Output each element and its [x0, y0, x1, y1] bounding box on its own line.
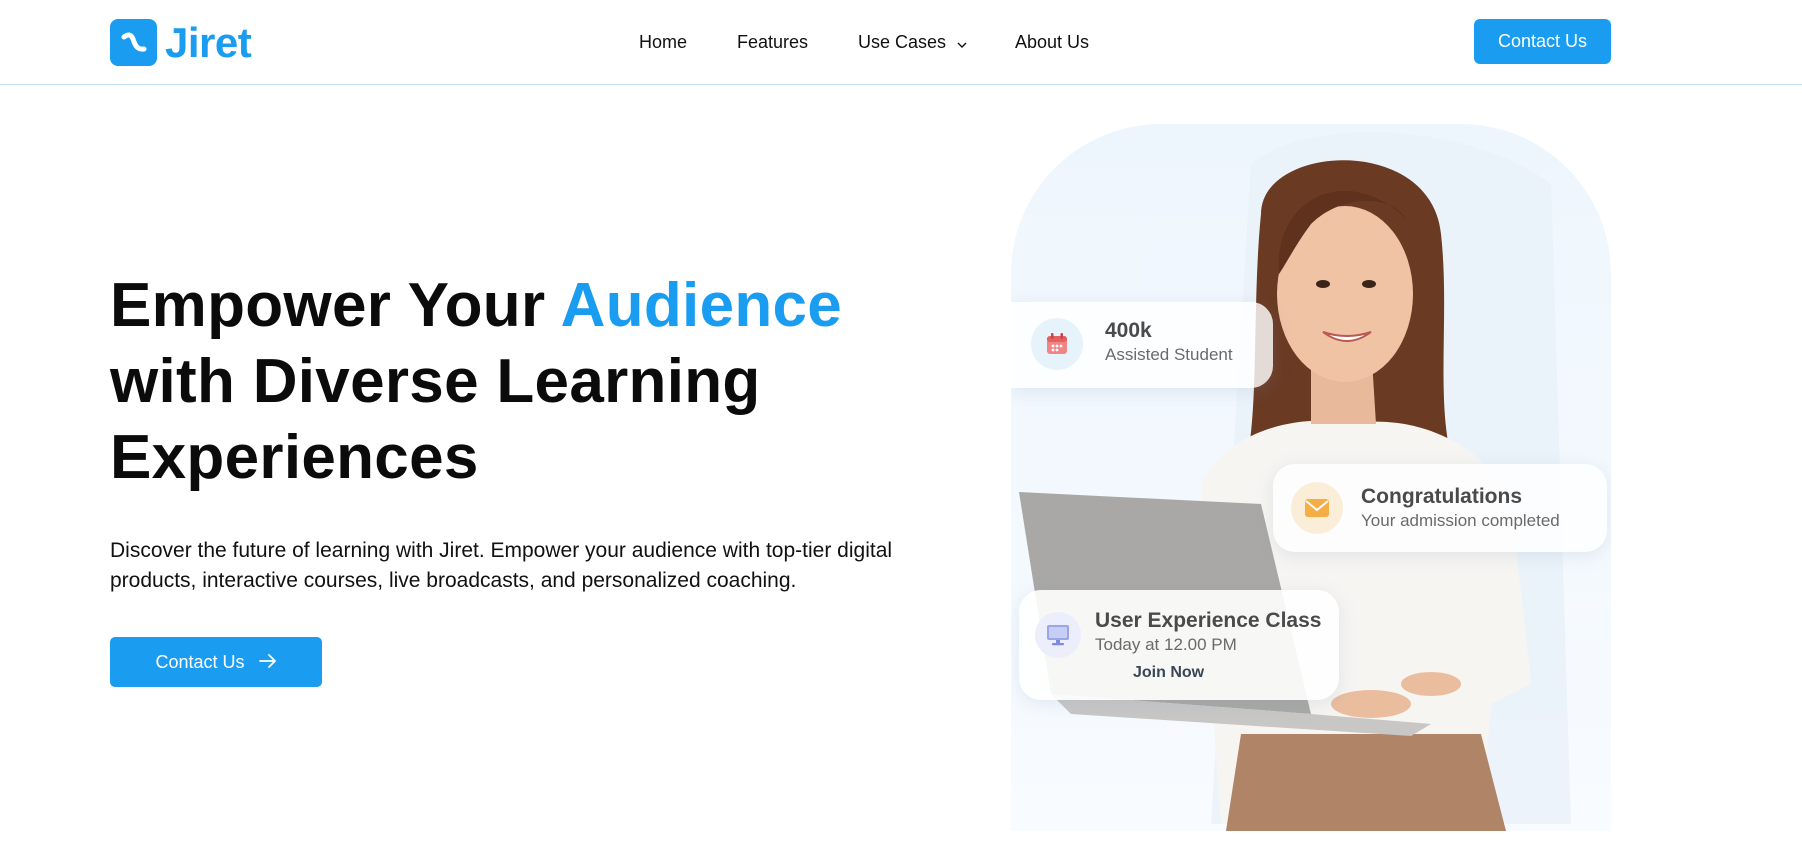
admission-title: Congratulations [1361, 485, 1522, 508]
admission-subtitle: Your admission completed [1361, 511, 1560, 530]
hero-contact-button[interactable]: Contact Us [110, 637, 322, 687]
class-card: User Experience Class Today at 12.00 PM … [1019, 590, 1339, 700]
hero-title: Empower Your Audience with Diverse Learn… [110, 268, 1010, 496]
stat-card-students: 400k Assisted Student [1011, 302, 1273, 388]
nav-home[interactable]: Home [639, 28, 687, 56]
hero-description: Discover the future of learning with Jir… [110, 539, 893, 592]
calendar-icon [1031, 318, 1083, 370]
hero-title-part2: with Diverse Learning Experiences [110, 347, 761, 492]
nav-features[interactable]: Features [737, 28, 808, 56]
header-contact-button[interactable]: Contact Us [1474, 19, 1611, 64]
nav-about-us[interactable]: About Us [1015, 28, 1089, 56]
hero-visual: 400k Assisted Student Congratulations Yo… [1011, 124, 1611, 831]
hero-title-part1: Empower Your [110, 271, 561, 340]
mail-icon [1291, 482, 1343, 534]
students-value: 400k [1105, 319, 1152, 342]
class-time: Today at 12.00 PM [1095, 635, 1237, 654]
hero-contact-label: Contact Us [155, 651, 245, 672]
students-label: Assisted Student [1105, 345, 1233, 364]
nav-use-cases-label: Use Cases [858, 32, 947, 52]
hero-title-accent: Audience [560, 271, 843, 340]
site-header: Jiret Home Features Use Cases About Us C… [0, 0, 1802, 85]
class-title: User Experience Class [1095, 609, 1322, 632]
chevron-down-icon [957, 29, 967, 57]
admission-card: Congratulations Your admission completed [1273, 464, 1607, 552]
arrow-right-icon [258, 652, 277, 673]
nav-use-cases[interactable]: Use Cases [858, 28, 967, 57]
join-now-link[interactable]: Join Now [1133, 664, 1204, 682]
monitor-icon [1035, 612, 1081, 658]
